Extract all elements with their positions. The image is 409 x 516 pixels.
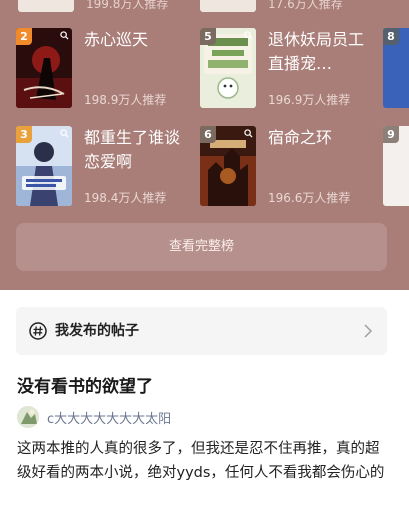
ranking-panel: 199.8万人推荐 17.6万人推荐 2 赤心巡天 198.9万人推荐 5 退休… [0, 0, 409, 290]
search-icon [244, 31, 253, 40]
book-item-rank-6[interactable]: 6 宿命之环 196.6万人推荐 [200, 126, 380, 216]
hash-icon [29, 322, 47, 340]
my-posts-entry[interactable]: 我发布的帖子 [16, 307, 387, 355]
recommend-count-previous-2: 17.6万人推荐 [268, 0, 343, 11]
recommend-count: 198.9万人推荐 [84, 93, 167, 107]
book-title[interactable]: 退休妖局员工直播宠… [268, 28, 378, 76]
book-cover[interactable]: 3 [16, 126, 72, 206]
post-title[interactable]: 没有看书的欲望了 [17, 372, 153, 397]
recommend-count-previous-1: 199.8万人推荐 [86, 0, 169, 11]
book-title[interactable]: 赤心巡天 [84, 28, 194, 52]
book-item-rank-2[interactable]: 2 赤心巡天 198.9万人推荐 [16, 28, 196, 118]
chevron-right-icon [364, 324, 373, 338]
rank-badge: 3 [16, 126, 32, 143]
author-name[interactable]: c大大大大大大大太阳 [47, 408, 171, 427]
book-title[interactable]: 宿命之环 [268, 126, 378, 150]
search-icon [60, 31, 69, 40]
book-cover-previous-2[interactable] [200, 0, 256, 12]
book-cover-rank-9[interactable]: 9 [383, 126, 409, 206]
my-posts-label: 我发布的帖子 [55, 323, 139, 339]
book-cover[interactable]: 2 [16, 28, 72, 108]
rank-badge: 6 [200, 126, 216, 143]
rank-badge: 9 [383, 126, 399, 143]
book-cover[interactable]: 6 [200, 126, 256, 206]
post-body[interactable]: 这两本推的人真的很多了，但我还是忍不住再推，真的超级好看的两本小说，绝对yyds… [17, 437, 393, 485]
avatar-image [17, 406, 39, 428]
rank-badge: 5 [200, 28, 216, 45]
book-cover-previous-1[interactable] [18, 0, 74, 12]
rank-badge: 8 [383, 28, 399, 45]
recommend-count: 196.6万人推荐 [268, 191, 351, 205]
book-item-rank-3[interactable]: 3 都重生了谁谈恋爱啊 198.4万人推荐 [16, 126, 196, 216]
book-item-rank-5[interactable]: 5 退休妖局员工直播宠… 196.9万人推荐 [200, 28, 380, 118]
book-title[interactable]: 都重生了谁谈恋爱啊 [84, 126, 194, 174]
recommend-count: 196.9万人推荐 [268, 93, 351, 107]
search-icon [60, 129, 69, 138]
avatar[interactable] [17, 406, 39, 428]
book-cover[interactable]: 5 [200, 28, 256, 108]
rank-badge: 2 [16, 28, 32, 45]
book-cover-rank-8[interactable]: 8 [383, 28, 409, 108]
recommend-count: 198.4万人推荐 [84, 191, 167, 205]
previous-row: 199.8万人推荐 17.6万人推荐 [0, 0, 409, 14]
search-icon [244, 129, 253, 138]
view-full-list-button[interactable]: 查看完整榜 [16, 223, 387, 271]
